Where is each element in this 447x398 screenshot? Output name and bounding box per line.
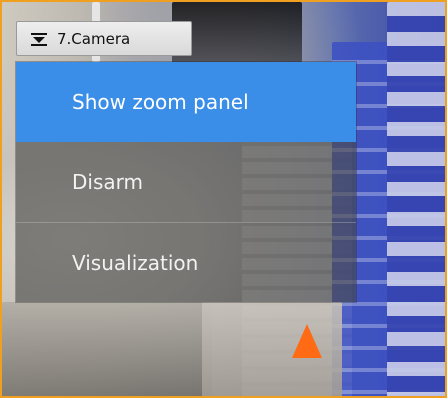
- menu-item-label: Visualization: [72, 250, 199, 275]
- camera-context-menu: Show zoom panel Disarm Visualization: [16, 62, 356, 302]
- floor-left: [2, 302, 212, 396]
- menu-item-visualization[interactable]: Visualization: [16, 222, 356, 302]
- shelf-rack-right: [387, 2, 445, 396]
- camera-title-label: 7.Camera: [57, 29, 131, 48]
- menu-item-label: Disarm: [72, 170, 143, 194]
- camera-viewport[interactable]: 7.Camera Show zoom panel Disarm Visualiz…: [0, 0, 447, 398]
- orange-cone: [292, 324, 322, 358]
- menu-item-show-zoom-panel[interactable]: Show zoom panel: [16, 62, 356, 142]
- camera-title-button[interactable]: 7.Camera: [16, 21, 192, 56]
- menu-item-disarm[interactable]: Disarm: [16, 142, 356, 222]
- menu-item-label: Show zoom panel: [72, 90, 249, 114]
- dropdown-menu-icon: [31, 32, 47, 46]
